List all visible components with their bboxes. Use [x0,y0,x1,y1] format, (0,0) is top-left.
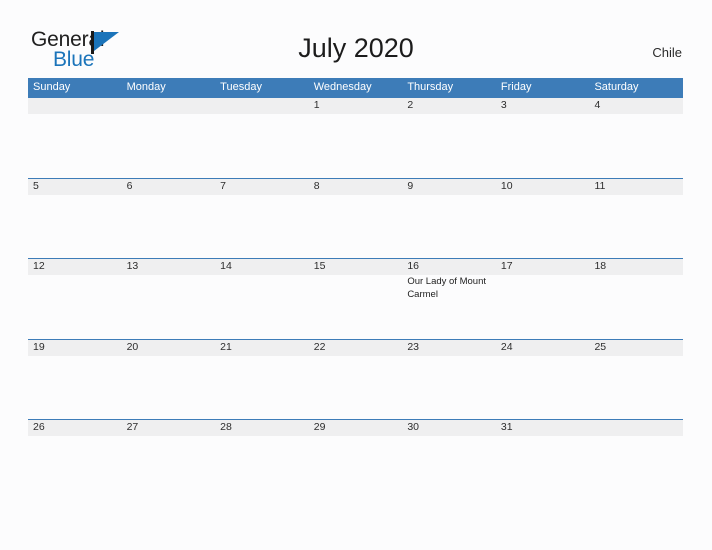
week-cells: 1 2 3 4 [28,97,683,178]
day-number: 6 [126,179,133,192]
day-cell-11[interactable]: 11 [589,178,683,259]
calendar-week-row: 26 27 28 29 30 31 [28,419,683,500]
day-cell-4[interactable]: 4 [589,97,683,178]
calendar-week-row: 1 2 3 4 [28,97,683,178]
day-number: 27 [126,421,139,433]
day-of-week-wednesday: Wednesday [313,81,372,93]
day-of-week-monday: Monday [126,81,166,93]
day-cell-31[interactable]: 31 [496,419,590,500]
day-cell-empty [28,97,122,178]
day-number: 23 [407,340,419,353]
day-number: 15 [313,260,326,272]
holiday-event: Our Lady of Mount Carmel [407,276,486,300]
day-number: 29 [313,421,326,433]
day-cell-1[interactable]: 1 [309,97,403,178]
day-number [594,421,683,436]
day-cell-6[interactable]: 6 [122,178,216,259]
day-of-week-thursday: Thursday [407,81,454,93]
day-number: 3 [500,99,507,111]
day-cell-3[interactable]: 3 [496,97,590,178]
day-number: 31 [500,421,513,433]
day-number: 26 [33,421,45,433]
day-number: 13 [126,260,139,272]
day-number [33,99,122,114]
day-cell-15[interactable]: 15 [309,258,403,339]
day-number: 2 [407,99,414,111]
day-cell-29[interactable]: 29 [309,419,403,500]
day-cell-21[interactable]: 21 [215,339,309,420]
day-number: 1 [313,99,320,111]
day-number [127,99,216,114]
calendar-grid: Sunday Monday Tuesday Wednesday Thursday Frid… [28,78,683,500]
day-cell-18[interactable]: 18 [589,258,683,339]
day-cell-16[interactable]: 16 Our Lady of Mount Carmel [402,258,496,339]
day-number: 11 [594,179,606,192]
day-cell-17[interactable]: 17 [496,258,590,339]
week-cells: 12 13 14 15 16 Our Lady of Mount Carmel 17 18 [28,258,683,339]
day-number: 19 [33,340,45,353]
day-of-week-header: Sunday Monday Tuesday Wednesday Thursday Frid… [28,78,683,97]
day-of-week-saturday: Saturday [594,81,639,93]
day-number: 9 [407,179,414,192]
day-number: 4 [594,99,601,111]
calendar-week-row: 19 20 21 22 23 24 25 [28,338,683,420]
day-number: 18 [594,260,607,272]
page-title: July 2020 [298,33,414,63]
day-cell-23[interactable]: 23 [402,339,496,420]
page-header: General Blue July 2020 Chile [0,0,712,76]
day-number: 14 [220,260,232,272]
day-number: 20 [126,340,139,353]
day-of-week-tuesday: Tuesday [220,81,262,93]
day-number: 30 [407,421,419,433]
day-cell-10[interactable]: 10 [496,178,590,259]
day-events: Our Lady of Mount Carmel [407,276,496,301]
day-number: 22 [313,340,326,353]
day-number: 8 [313,179,320,192]
day-number: 5 [33,179,39,192]
day-of-week-friday: Friday [500,81,532,93]
day-cell-24[interactable]: 24 [496,339,590,420]
day-number: 7 [220,179,226,192]
day-cell-27[interactable]: 27 [122,419,216,500]
day-cell-2[interactable]: 2 [402,97,496,178]
day-cell-13[interactable]: 13 [122,258,216,339]
day-number: 28 [220,421,232,433]
day-cell-14[interactable]: 14 [215,258,309,339]
day-cell-9[interactable]: 9 [402,178,496,259]
week-cells: 26 27 28 29 30 31 [28,419,683,500]
calendar-page: General Blue July 2020 Chile Sunday Monda… [0,0,712,550]
day-cell-25[interactable]: 25 [589,339,683,420]
day-number: 17 [500,260,513,272]
day-cell-30[interactable]: 30 [402,419,496,500]
country-label: Chile [652,45,682,60]
day-number: 21 [220,340,232,353]
day-of-week-sunday: Sunday [33,81,71,93]
day-cell-19[interactable]: 19 [28,339,122,420]
week-cells: 5 6 7 8 9 10 11 [28,178,683,259]
day-cell-28[interactable]: 28 [215,419,309,500]
day-cell-7[interactable]: 7 [215,178,309,259]
calendar-weeks: 1 2 3 4 5 6 7 8 9 10 11 12 13 14 15 16 Our Lady of Mount… [28,97,683,500]
day-cell-empty [215,97,309,178]
week-cells: 19 20 21 22 23 24 25 [28,339,683,420]
day-number: 16 [407,260,419,272]
day-cell-26[interactable]: 26 [28,419,122,500]
day-cell-5[interactable]: 5 [28,178,122,259]
day-cell-8[interactable]: 8 [309,178,403,259]
day-number [220,99,309,114]
day-number: 12 [33,260,45,272]
day-cell-empty [122,97,216,178]
day-number: 24 [500,340,513,353]
day-cell-22[interactable]: 22 [309,339,403,420]
day-number: 10 [500,179,513,192]
day-cell-12[interactable]: 12 [28,258,122,339]
calendar-week-row: 12 13 14 15 16 Our Lady of Mount Carmel 17 18 [28,258,683,339]
day-cell-20[interactable]: 20 [122,339,216,420]
day-cell-empty [589,419,683,500]
calendar-week-row: 5 6 7 8 9 10 11 [28,177,683,259]
day-number: 25 [594,340,607,353]
